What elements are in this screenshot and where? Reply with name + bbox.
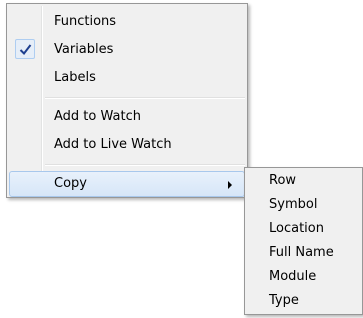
submenu-item-location[interactable]: Location bbox=[247, 217, 360, 241]
menu-item-add-to-watch[interactable]: Add to Watch bbox=[9, 104, 245, 130]
menu-separator bbox=[45, 97, 245, 99]
menu-item-copy[interactable]: Copy bbox=[9, 171, 245, 197]
submenu-item-symbol[interactable]: Symbol bbox=[247, 193, 360, 217]
menu-item-label: Variables bbox=[54, 42, 114, 57]
submenu-item-label: Type bbox=[269, 293, 299, 308]
menu-item-functions[interactable]: Functions bbox=[9, 9, 245, 35]
submenu-item-label: Symbol bbox=[269, 197, 318, 212]
context-menu: Functions Variables Labels Add to Watch … bbox=[6, 3, 248, 198]
copy-submenu: Row Symbol Location Full Name Module Typ… bbox=[244, 167, 363, 315]
submenu-item-module[interactable]: Module bbox=[247, 265, 360, 289]
menu-item-label: Add to Watch bbox=[54, 109, 141, 124]
menu-item-label: Functions bbox=[54, 14, 117, 29]
submenu-item-label: Module bbox=[269, 269, 317, 284]
menu-item-labels[interactable]: Labels bbox=[9, 65, 245, 91]
menu-item-variables[interactable]: Variables bbox=[9, 37, 245, 63]
submenu-item-type[interactable]: Type bbox=[247, 289, 360, 313]
submenu-item-label: Full Name bbox=[269, 245, 334, 260]
menu-item-label: Add to Live Watch bbox=[54, 137, 172, 152]
chevron-right-icon bbox=[228, 181, 232, 189]
checkmark-icon bbox=[15, 39, 35, 59]
submenu-item-row[interactable]: Row bbox=[247, 169, 360, 193]
menu-item-label: Labels bbox=[54, 70, 96, 85]
menu-item-label: Copy bbox=[54, 176, 87, 191]
submenu-item-label: Row bbox=[269, 173, 297, 188]
submenu-item-full-name[interactable]: Full Name bbox=[247, 241, 360, 265]
menu-item-add-to-live-watch[interactable]: Add to Live Watch bbox=[9, 132, 245, 158]
menu-separator bbox=[45, 164, 245, 166]
submenu-item-label: Location bbox=[269, 221, 324, 236]
